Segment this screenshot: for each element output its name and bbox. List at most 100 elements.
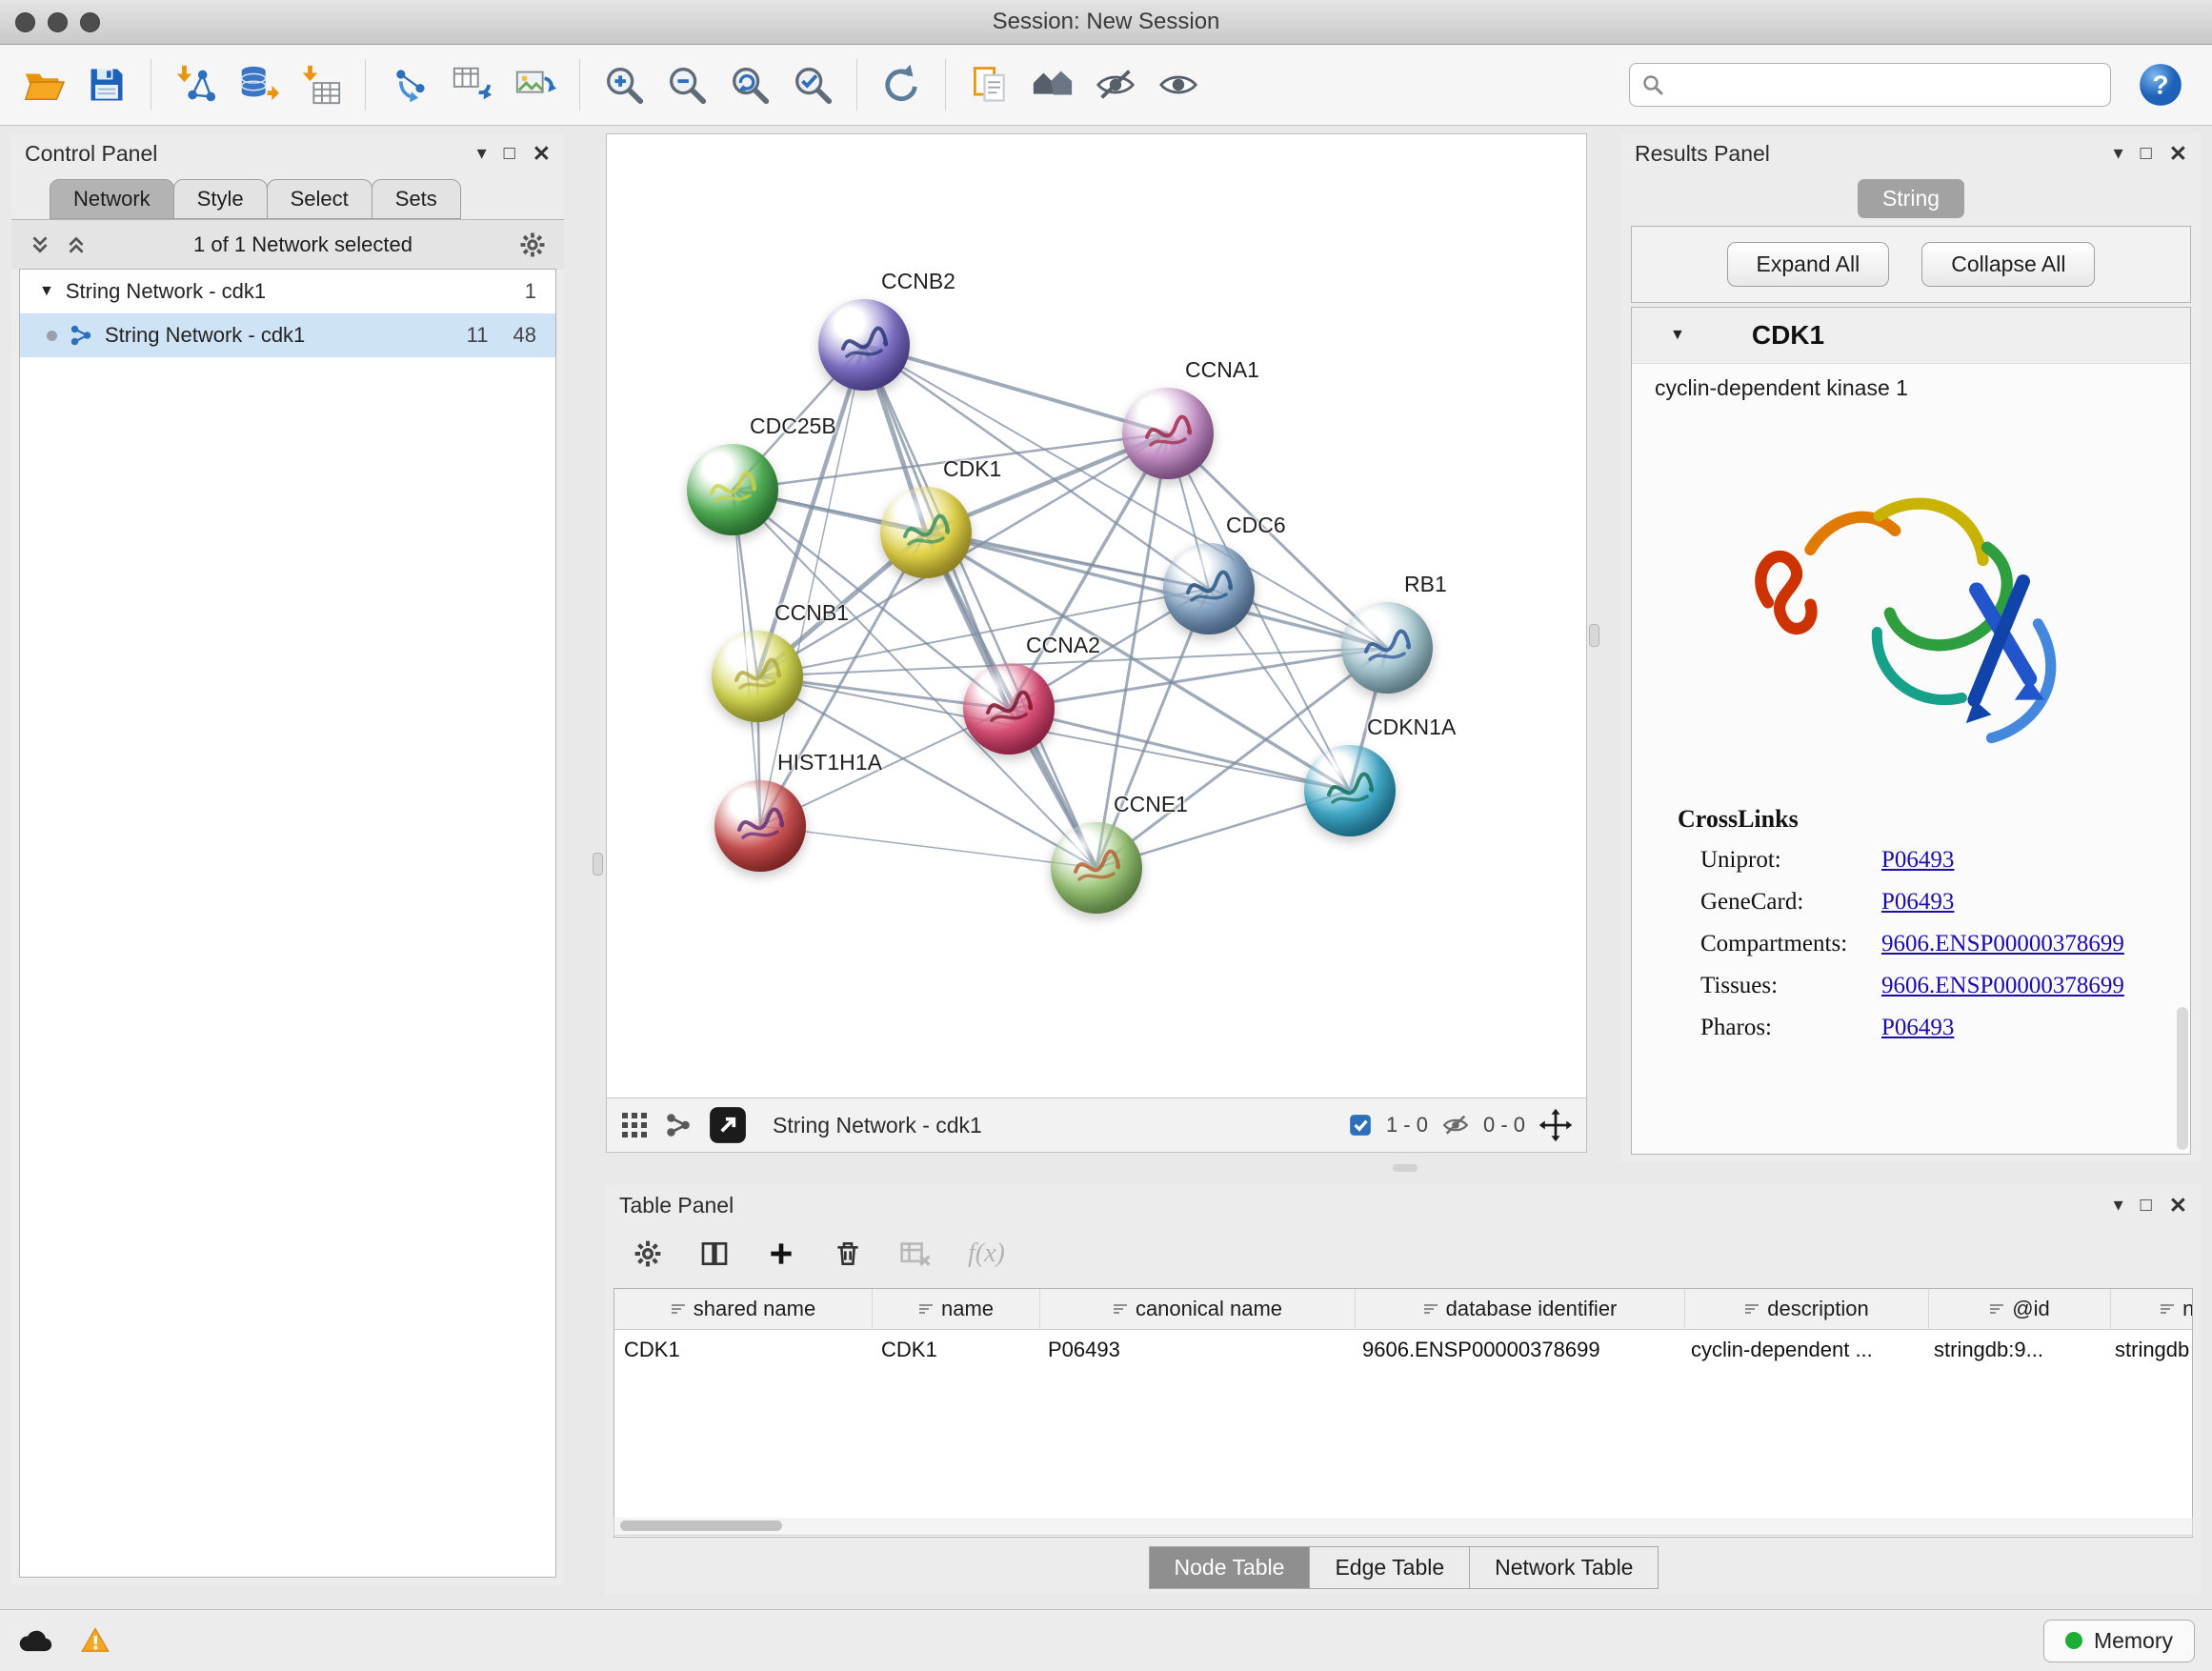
import-network-from-database-button[interactable] (230, 55, 287, 114)
help-button[interactable]: ? (2132, 55, 2189, 114)
cloud-icon[interactable] (17, 1627, 55, 1654)
show-columns-icon[interactable] (699, 1238, 730, 1269)
apply-layout-button[interactable] (873, 55, 930, 114)
node-ccnb2[interactable] (818, 299, 910, 391)
zoom-selected-button[interactable] (784, 55, 841, 114)
table-row[interactable]: CDK1CDK1P064939606.ENSP00000378699cyclin… (614, 1330, 2192, 1370)
expand-all-button[interactable]: Expand All (1727, 242, 1890, 287)
close-window-button[interactable] (15, 12, 35, 32)
node-cdk1[interactable] (880, 487, 972, 578)
panel-splitter-handle[interactable] (593, 853, 603, 876)
panel-collapse-icon[interactable]: ▾ (2114, 144, 2123, 163)
hide-graphics-details-button[interactable] (1087, 55, 1144, 114)
node-rb1[interactable] (1341, 602, 1433, 694)
column-header-@id[interactable]: @id (1929, 1289, 2111, 1329)
panel-splitter-handle[interactable] (1589, 624, 1599, 647)
network-collection-row[interactable]: ▼ String Network - cdk1 1 (20, 270, 555, 313)
column-header-shared-name[interactable]: shared name (614, 1289, 873, 1329)
import-table-button[interactable] (292, 55, 350, 114)
tab-string[interactable]: String (1858, 179, 1964, 218)
column-header-canonical-name[interactable]: canonical name (1040, 1289, 1356, 1329)
hidden-eye-slash-icon[interactable] (1441, 1111, 1470, 1139)
zoom-out-button[interactable] (658, 55, 715, 114)
panel-collapse-icon[interactable]: ▾ (477, 144, 487, 163)
expand-all-chevron-icon[interactable] (29, 233, 51, 256)
horizontal-splitter-handle[interactable] (1393, 1164, 1418, 1172)
collapse-all-button[interactable]: Collapse All (1921, 242, 2095, 287)
node-cdkn1a[interactable] (1304, 745, 1396, 836)
column-header-description[interactable]: description (1685, 1289, 1929, 1329)
panel-float-icon[interactable]: □ (504, 144, 515, 163)
results-scrollbar[interactable] (2177, 1007, 2188, 1150)
tab-select[interactable]: Select (267, 179, 372, 219)
node-ccna1[interactable] (1122, 388, 1214, 479)
global-search[interactable] (1629, 63, 2111, 107)
panel-float-icon[interactable]: □ (2141, 1196, 2152, 1215)
warning-icon[interactable] (80, 1626, 111, 1655)
new-network-from-selection-button[interactable] (381, 55, 438, 114)
gear-icon[interactable] (518, 231, 547, 259)
collapse-all-chevron-icon[interactable] (65, 233, 88, 256)
crosslink-link[interactable]: 9606.ENSP00000378699 (1881, 931, 2124, 957)
network-row[interactable]: String Network - cdk1 11 48 (20, 313, 555, 357)
show-graphics-details-button[interactable] (1150, 55, 1207, 114)
selected-checkbox-icon[interactable] (1348, 1113, 1373, 1137)
crosslink-link[interactable]: P06493 (1881, 847, 1954, 874)
column-header-name[interactable]: name (873, 1289, 1040, 1329)
edge[interactable] (864, 345, 1168, 433)
zoom-fit-button[interactable] (721, 55, 778, 114)
delete-table-icon[interactable] (899, 1238, 932, 1269)
zoom-window-button[interactable] (80, 12, 100, 32)
panel-close-icon[interactable]: ✕ (2169, 143, 2187, 165)
delete-column-icon[interactable] (833, 1238, 863, 1269)
panel-close-icon[interactable]: ✕ (533, 143, 551, 165)
protein-section-header[interactable]: ▼ CDK1 (1632, 308, 2190, 364)
tab-node-table[interactable]: Node Table (1149, 1546, 1311, 1589)
neighborhood-button[interactable] (1024, 55, 1081, 114)
search-input[interactable] (1672, 71, 2099, 98)
node-cdc25b[interactable] (687, 444, 778, 535)
grid-view-icon[interactable] (620, 1111, 649, 1139)
scrollbar-thumb[interactable] (620, 1520, 782, 1531)
open-session-button[interactable] (15, 55, 72, 114)
table-horizontal-scrollbar[interactable] (613, 1518, 2193, 1536)
column-header-database-identifier[interactable]: database identifier (1356, 1289, 1685, 1329)
panel-collapse-icon[interactable]: ▾ (2114, 1196, 2123, 1215)
crosslink-link[interactable]: 9606.ENSP00000378699 (1881, 973, 2124, 999)
tab-edge-table[interactable]: Edge Table (1309, 1546, 1470, 1589)
tab-network-table[interactable]: Network Table (1469, 1546, 1659, 1589)
pan-crosshair-icon[interactable] (1538, 1108, 1573, 1142)
node-hist1h1a[interactable] (714, 780, 806, 872)
panel-float-icon[interactable]: □ (2141, 144, 2152, 163)
minimize-window-button[interactable] (48, 12, 68, 32)
export-image-button[interactable] (507, 55, 564, 114)
annotations-button[interactable] (961, 55, 1018, 114)
node-cdc6[interactable] (1163, 543, 1255, 634)
add-column-icon[interactable] (766, 1238, 796, 1269)
column-header-namespace[interactable]: namespace (2111, 1289, 2193, 1329)
tab-style[interactable]: Style (173, 179, 268, 219)
panel-close-icon[interactable]: ✕ (2169, 1195, 2187, 1217)
node-ccnb1[interactable] (712, 631, 803, 722)
zoom-in-button[interactable] (595, 55, 653, 114)
crosslink-link[interactable]: P06493 (1881, 1015, 1954, 1041)
crosslink-link[interactable]: P06493 (1881, 889, 1954, 916)
network-canvas[interactable]: CCNB2CCNA1CDC25BCDK1CDC6RB1CCNB1CCNA2CDK… (607, 134, 1586, 1097)
node-ccne1[interactable] (1051, 822, 1142, 914)
import-network-button[interactable] (167, 55, 224, 114)
edge[interactable] (1009, 709, 1350, 791)
section-expand-icon[interactable]: ▼ (1670, 327, 1685, 344)
function-builder-icon[interactable]: f(x) (968, 1238, 1005, 1269)
tab-sets[interactable]: Sets (372, 179, 461, 219)
birdseye-view-icon[interactable] (664, 1111, 693, 1139)
tree-expand-icon[interactable]: ▼ (39, 283, 54, 300)
tab-network[interactable]: Network (50, 179, 174, 219)
edge[interactable] (864, 345, 1096, 868)
network-from-table-button[interactable] (444, 55, 501, 114)
detach-view-button[interactable] (708, 1105, 748, 1145)
node-ccna2[interactable] (963, 663, 1055, 755)
edge[interactable] (760, 826, 1096, 868)
edge[interactable] (757, 345, 864, 676)
save-session-button[interactable] (78, 55, 135, 114)
memory-button[interactable]: Memory (2043, 1620, 2195, 1662)
